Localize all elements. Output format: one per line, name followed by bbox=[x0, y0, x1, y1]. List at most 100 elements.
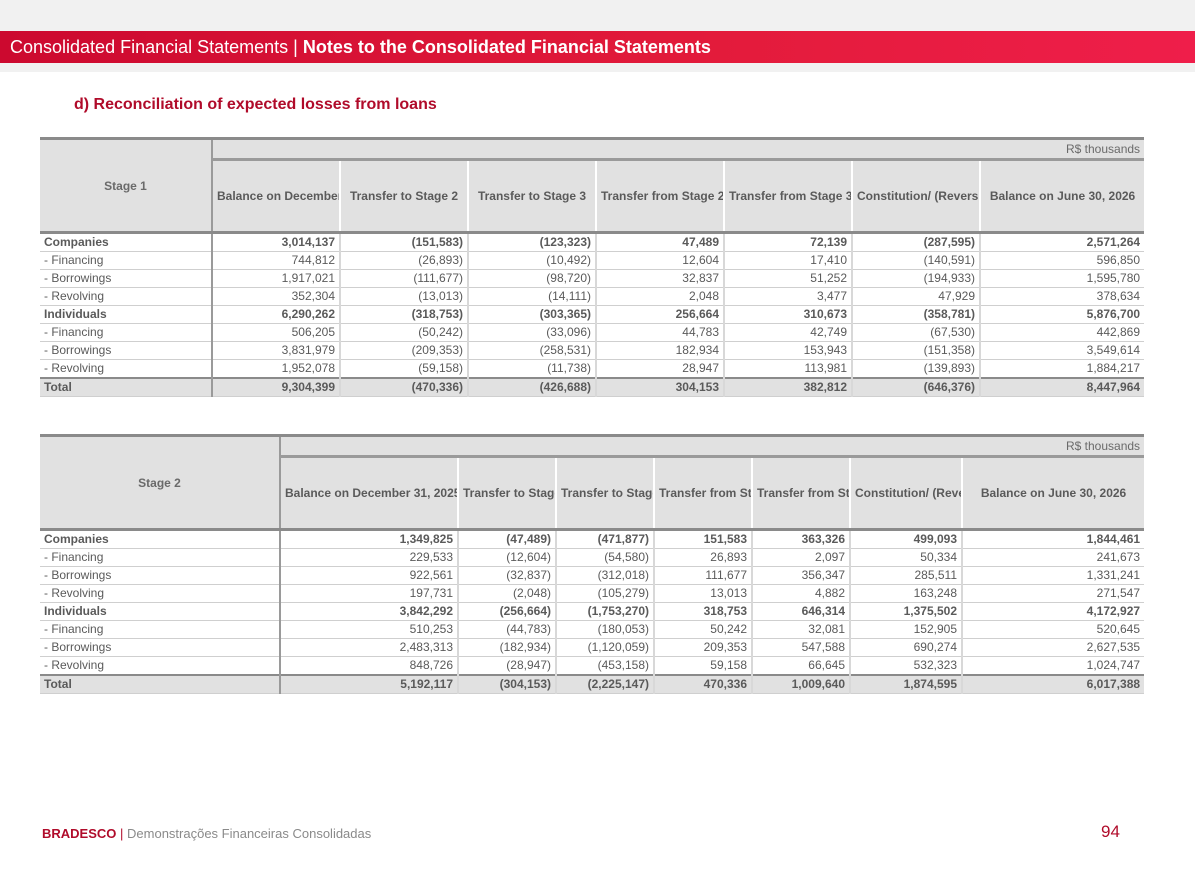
table-row: - Borrowings 1,917,021 (111,677) (98,720) 32… bbox=[40, 269, 1145, 288]
table-cell: 922,561 bbox=[280, 566, 458, 585]
table-cell: 241,673 bbox=[960, 548, 1145, 567]
table-cell: (14,111) bbox=[467, 287, 596, 306]
table-cell: 8,447,964 bbox=[978, 377, 1145, 397]
table-cell: 499,093 bbox=[849, 529, 962, 549]
table-cell: (12,604) bbox=[457, 548, 556, 567]
row-label: - Financing bbox=[40, 323, 213, 342]
table-cell: 153,943 bbox=[723, 341, 852, 360]
table-cell: 510,253 bbox=[280, 620, 458, 639]
header-underline bbox=[0, 63, 1195, 72]
total-row: Total 9,304,399 (470,336) (426,688) 304,153 3… bbox=[40, 377, 1145, 397]
row-label: - Revolving bbox=[40, 584, 281, 603]
top-strip bbox=[0, 0, 1195, 31]
table-cell: 44,783 bbox=[595, 323, 724, 342]
page-number: 94 bbox=[1101, 822, 1120, 841]
table-cell: (105,279) bbox=[555, 584, 654, 603]
table-cell: (50,242) bbox=[339, 323, 468, 342]
table-cell: (256,664) bbox=[457, 602, 556, 621]
table-cell: 310,673 bbox=[723, 305, 852, 324]
column-header: Transfer to Stage 2 bbox=[340, 158, 469, 234]
table-cell: 285,511 bbox=[849, 566, 962, 585]
table-cell: 32,081 bbox=[751, 620, 850, 639]
table-cell: 304,153 bbox=[595, 377, 724, 397]
table-cell: 50,334 bbox=[849, 548, 962, 567]
table-cell: 209,353 bbox=[653, 638, 752, 657]
table-cell: 59,158 bbox=[653, 656, 752, 676]
table-cell: 4,172,927 bbox=[960, 602, 1145, 621]
table-cell: (32,837) bbox=[457, 566, 556, 585]
table-cell: 318,753 bbox=[653, 602, 752, 621]
table-cell: (358,781) bbox=[851, 305, 980, 324]
row-label: Total bbox=[40, 377, 213, 397]
table-cell: 1,874,595 bbox=[849, 674, 962, 694]
header-bar: Consolidated Financial Statements | Note… bbox=[0, 31, 1195, 63]
brand-logo-text: BRADESCO bbox=[42, 826, 117, 841]
table-cell: 690,274 bbox=[849, 638, 962, 657]
table-cell: 3,842,292 bbox=[280, 602, 458, 621]
table-cell: (646,376) bbox=[851, 377, 980, 397]
table-cell: 47,489 bbox=[595, 232, 724, 252]
table-cell: 13,013 bbox=[653, 584, 752, 603]
row-label: Companies bbox=[40, 232, 213, 252]
stage-label: Stage 1 bbox=[40, 137, 213, 234]
table-row: - Borrowings 2,483,313 (182,934) (1,120,059… bbox=[40, 638, 1145, 657]
table-row: - Revolving 197,731 (2,048) (105,279) 13,013… bbox=[40, 584, 1145, 603]
table-cell: (98,720) bbox=[467, 269, 596, 288]
stage-label: Stage 2 bbox=[40, 434, 281, 531]
table-cell: 197,731 bbox=[280, 584, 458, 603]
table-cell: 6,017,388 bbox=[960, 674, 1145, 694]
table-cell: (54,580) bbox=[555, 548, 654, 567]
table-cell: 1,375,502 bbox=[849, 602, 962, 621]
row-label: Total bbox=[40, 674, 281, 694]
table-cell: (28,947) bbox=[457, 656, 556, 676]
table-cell: (303,365) bbox=[467, 305, 596, 324]
row-label: - Borrowings bbox=[40, 269, 213, 288]
table-cell: 1,331,241 bbox=[960, 566, 1145, 585]
column-header: Constitution/ (Reversion) bbox=[850, 455, 963, 531]
row-label: Companies bbox=[40, 529, 281, 549]
row-label: - Revolving bbox=[40, 359, 213, 379]
table-cell: (2,048) bbox=[457, 584, 556, 603]
table-cell: 32,837 bbox=[595, 269, 724, 288]
table-cell: 26,893 bbox=[653, 548, 752, 567]
table-cell: 2,571,264 bbox=[978, 232, 1145, 252]
table-cell: 1,349,825 bbox=[280, 529, 458, 549]
table-cell: (140,591) bbox=[851, 251, 980, 270]
table-cell: 72,139 bbox=[723, 232, 852, 252]
column-header: Balance on December 31, 2025 bbox=[212, 158, 341, 234]
table-cell: 151,583 bbox=[653, 529, 752, 549]
table-cell: 382,812 bbox=[723, 377, 852, 397]
table-cell: 506,205 bbox=[212, 323, 340, 342]
row-label: - Financing bbox=[40, 251, 213, 270]
footer-brand: BRADESCO | Demonstrações Financeiras Con… bbox=[42, 826, 371, 841]
table-cell: (11,738) bbox=[467, 359, 596, 379]
table-cell: 2,483,313 bbox=[280, 638, 458, 657]
table-cell: (258,531) bbox=[467, 341, 596, 360]
table-cell: (2,225,147) bbox=[555, 674, 654, 694]
table-row: - Revolving 352,304 (13,013) (14,111) 2,048 3… bbox=[40, 287, 1145, 306]
table-cell: (453,158) bbox=[555, 656, 654, 676]
table-cell: 3,549,614 bbox=[978, 341, 1145, 360]
table-cell: 111,677 bbox=[653, 566, 752, 585]
table-cell: 356,347 bbox=[751, 566, 850, 585]
table-cell: 271,547 bbox=[960, 584, 1145, 603]
unit-label: R$ thousands bbox=[280, 434, 1145, 457]
table-cell: (1,753,270) bbox=[555, 602, 654, 621]
table-cell: 1,595,780 bbox=[978, 269, 1145, 288]
footer-subtitle: Demonstrações Financeiras Consolidadas bbox=[127, 826, 372, 841]
header-subtitle: Notes to the Consolidated Financial Stat… bbox=[302, 37, 711, 57]
table-cell: (304,153) bbox=[457, 674, 556, 694]
table-cell: (139,893) bbox=[851, 359, 980, 379]
row-label: Individuals bbox=[40, 602, 281, 621]
column-header: Transfer to Stage 3 bbox=[556, 455, 655, 531]
table-cell: (33,096) bbox=[467, 323, 596, 342]
table-cell: 66,645 bbox=[751, 656, 850, 676]
table-cell: (26,893) bbox=[339, 251, 468, 270]
table-cell: 51,252 bbox=[723, 269, 852, 288]
row-label: - Financing bbox=[40, 620, 281, 639]
table-cell: 152,905 bbox=[849, 620, 962, 639]
footer-separator: | bbox=[116, 826, 128, 841]
table-cell: 848,726 bbox=[280, 656, 458, 676]
table-row: - Borrowings 3,831,979 (209,353) (258,531) 1… bbox=[40, 341, 1145, 360]
total-row: Total 5,192,117 (304,153) (2,225,147) 470,33… bbox=[40, 674, 1145, 694]
